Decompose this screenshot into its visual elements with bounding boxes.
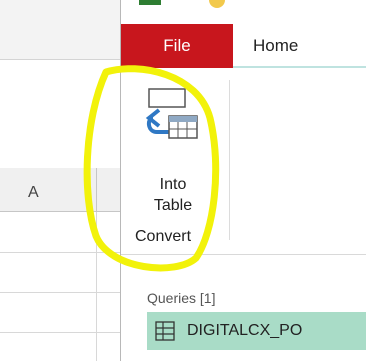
ribbon-group-divider xyxy=(229,80,230,240)
ribbon-tab-bar: File Home xyxy=(121,24,366,68)
tab-file[interactable]: File xyxy=(121,24,233,68)
into-table-icon xyxy=(145,88,198,139)
column-divider xyxy=(96,168,97,212)
excel-sheet-area: A xyxy=(0,0,120,361)
query-list-item[interactable]: DIGITALCX_PO xyxy=(147,312,366,350)
grid-line xyxy=(0,252,120,253)
title-bar-icon xyxy=(209,0,225,8)
ribbon-group-label: Convert xyxy=(135,228,192,245)
into-table-label: Into Table xyxy=(133,174,213,216)
tab-home[interactable]: Home xyxy=(253,24,298,68)
into-table-label-line2: Table xyxy=(153,197,193,214)
sheet-toolbar xyxy=(0,0,120,60)
title-bar-accent xyxy=(139,0,161,5)
queries-pane-header: Queries [1] xyxy=(147,290,216,306)
into-table-button[interactable]: Into Table xyxy=(133,88,213,216)
grid-line xyxy=(0,332,120,333)
grid-vertical-line xyxy=(96,212,97,361)
title-bar xyxy=(121,0,366,24)
column-a-header[interactable]: A xyxy=(28,184,39,202)
into-table-label-line1: Into xyxy=(159,176,187,193)
column-header-row: A xyxy=(0,168,120,212)
table-grid-icon xyxy=(155,321,175,341)
query-name: DIGITALCX_PO xyxy=(187,322,303,339)
grid-line xyxy=(0,292,120,293)
ribbon-panel: Into Table Convert xyxy=(121,70,366,255)
power-query-editor: File Home Into Table Convert Queries [1] xyxy=(120,0,366,361)
